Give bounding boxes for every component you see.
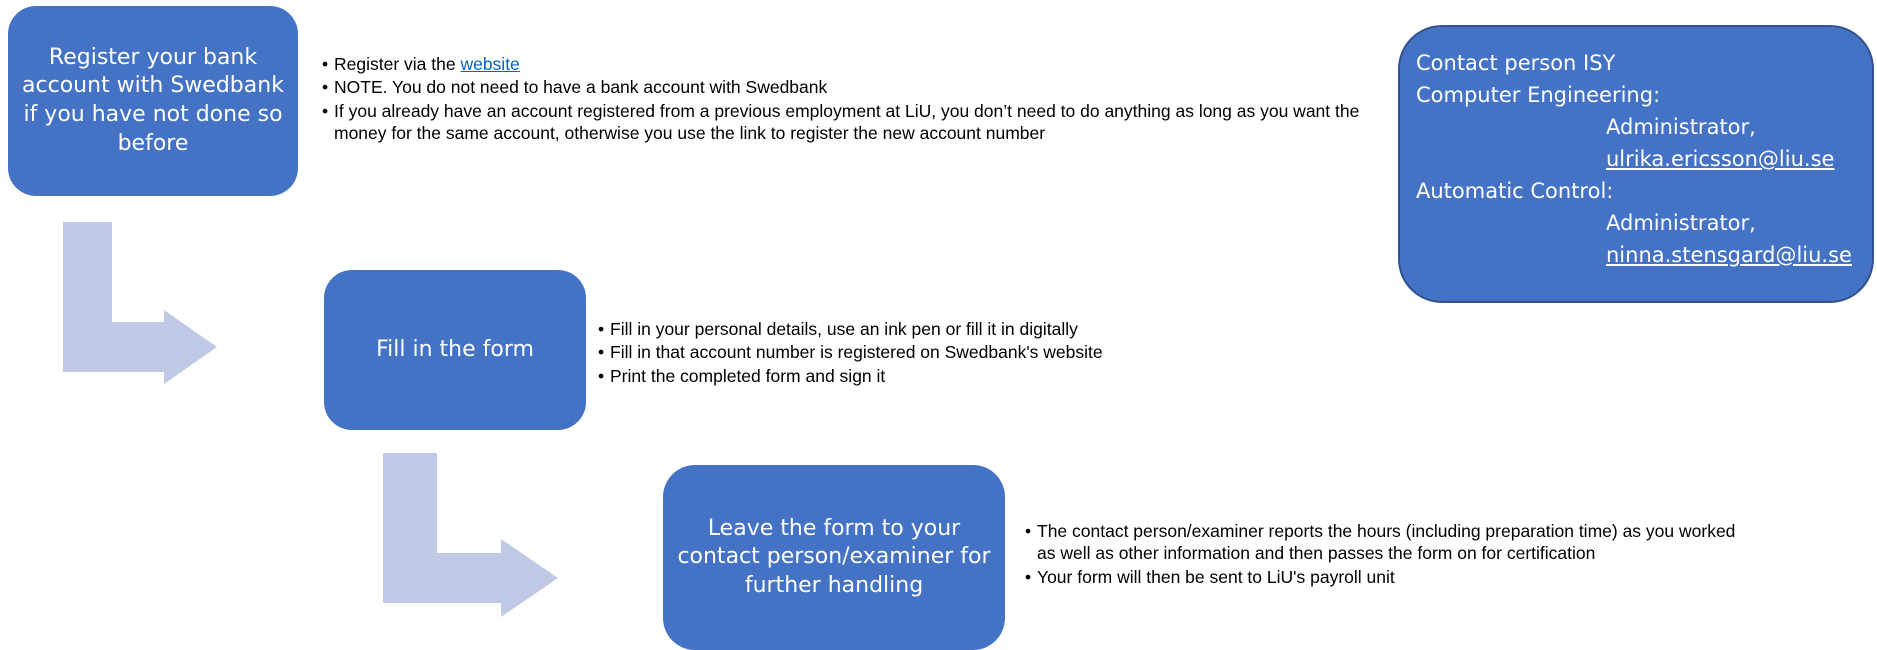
- contact-dept-computer-engineering: Computer Engineering:: [1416, 83, 1661, 107]
- step-3-bullet-list: The contact person/examiner reports the …: [1025, 520, 1745, 589]
- bent-arrow-icon: [63, 222, 217, 384]
- step-3-label: Leave the form to your contact person/ex…: [677, 515, 991, 598]
- contact-role: Administrator,: [1606, 211, 1756, 235]
- bullet-text: Register via the: [334, 54, 461, 74]
- list-item: Fill in that account number is registere…: [598, 341, 1298, 364]
- step-1-bullet-list: Register via the website NOTE. You do no…: [322, 53, 1412, 146]
- bent-arrow-shape: [383, 453, 558, 617]
- bent-arrow-icon: [383, 453, 558, 617]
- bent-arrow-shape: [63, 222, 217, 384]
- contact-role: Administrator,: [1606, 115, 1756, 139]
- step-2-bullet-list: Fill in your personal details, use an in…: [598, 318, 1298, 388]
- list-item: Register via the website: [322, 53, 1412, 76]
- step-3-box: Leave the form to your contact person/ex…: [663, 465, 1005, 650]
- email-link-ulrika[interactable]: ulrika.ericsson@liu.se: [1606, 147, 1834, 171]
- website-link[interactable]: website: [460, 54, 519, 74]
- contact-box: Contact person ISY Computer Engineering:…: [1398, 25, 1874, 303]
- list-item: Your form will then be sent to LiU's pay…: [1025, 566, 1745, 589]
- contact-dept-automatic-control: Automatic Control:: [1416, 179, 1614, 203]
- list-item: If you already have an account registere…: [322, 100, 1412, 145]
- step-2-box: Fill in the form: [324, 270, 586, 430]
- list-item: The contact person/examiner reports the …: [1025, 520, 1745, 565]
- step-2-label: Fill in the form: [376, 336, 534, 362]
- step-1-label: Register your bank account with Swedbank…: [22, 44, 284, 156]
- contact-title: Contact person ISY: [1416, 51, 1616, 75]
- step-1-box: Register your bank account with Swedbank…: [8, 6, 298, 196]
- list-item: Print the completed form and sign it: [598, 365, 1298, 388]
- list-item: Fill in your personal details, use an in…: [598, 318, 1298, 341]
- list-item: NOTE. You do not need to have a bank acc…: [322, 76, 1412, 99]
- email-link-ninna[interactable]: ninna.stensgard@liu.se: [1606, 243, 1852, 267]
